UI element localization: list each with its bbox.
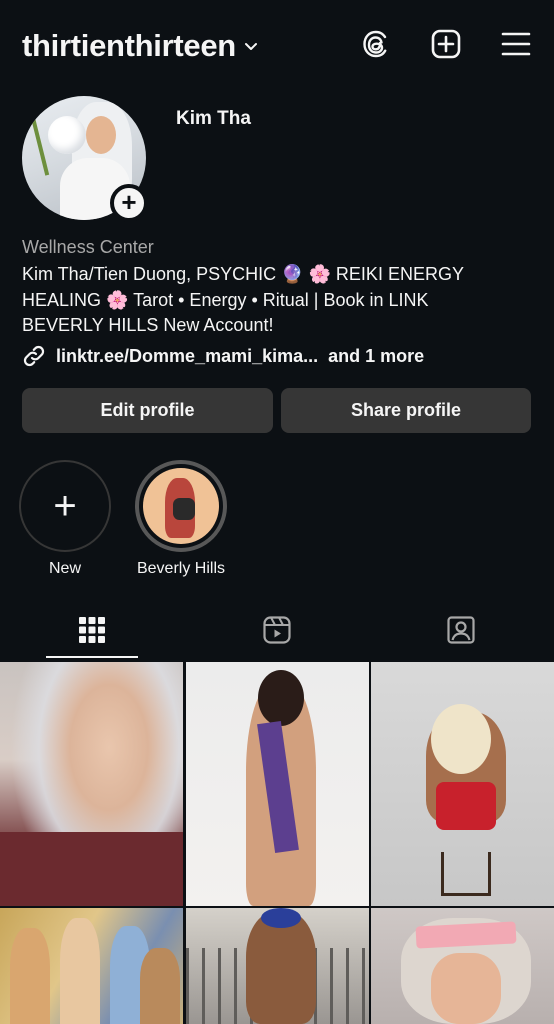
highlight-ring	[135, 460, 227, 552]
profile-bio: Kim Tha/Tien Duong, PSYCHIC 🔮 🌸 REIKI EN…	[22, 262, 532, 339]
post-thumbnail[interactable]	[186, 662, 369, 906]
tab-tagged[interactable]	[369, 600, 553, 660]
profile-tabs	[0, 600, 554, 660]
more-links[interactable]: and 1 more	[328, 346, 424, 367]
reels-icon	[263, 616, 291, 644]
posts-grid-icon	[79, 617, 105, 643]
menu-icon[interactable]	[500, 28, 532, 60]
bio-line: HEALING 🌸 Tarot • Energy • Ritual | Book…	[22, 289, 429, 310]
post-thumbnail[interactable]	[371, 662, 554, 906]
username: thirtienthirteen	[22, 28, 236, 63]
post-thumbnail[interactable]	[0, 908, 183, 1024]
bio-line: Kim Tha/Tien Duong, PSYCHIC 🔮 🌸 REIKI EN…	[22, 264, 464, 284]
link-icon	[23, 345, 45, 367]
account-switcher[interactable]: thirtienthirteen	[22, 28, 258, 64]
add-story-button[interactable]: +	[110, 184, 148, 222]
bio-line: BEVERLY HILLS New Account!	[22, 315, 274, 335]
new-highlight-ring: +	[19, 460, 111, 552]
create-post-icon[interactable]	[430, 28, 462, 60]
highlight-beverly-hills[interactable]: Beverly Hills	[131, 460, 231, 578]
post-thumbnail[interactable]	[186, 908, 369, 1024]
link-text[interactable]: linktr.ee/Domme_mami_kima...	[56, 346, 318, 367]
plus-icon: +	[121, 187, 137, 217]
highlight-cover-image	[143, 468, 219, 544]
profile-avatar[interactable]: +	[22, 96, 148, 222]
profile-category: Wellness Center	[22, 237, 154, 257]
highlight-label: Beverly Hills	[136, 560, 225, 577]
share-profile-button[interactable]: Share profile	[281, 388, 531, 433]
profile-links[interactable]: linktr.ee/Domme_mami_kima... and 1 more	[22, 344, 424, 368]
active-tab-indicator	[46, 656, 138, 658]
threads-icon[interactable]	[360, 28, 392, 60]
highlight-label: New	[48, 560, 81, 577]
post-grid	[0, 662, 554, 1024]
post-thumbnail[interactable]	[371, 908, 554, 1024]
top-bar: thirtienthirteen	[0, 0, 554, 96]
post-thumbnail[interactable]	[0, 662, 183, 906]
tab-reels[interactable]	[185, 600, 369, 660]
chevron-down-icon	[244, 43, 257, 50]
plus-icon: +	[53, 484, 77, 528]
highlight-new[interactable]: + New	[15, 460, 115, 578]
edit-profile-button[interactable]: Edit profile	[22, 388, 273, 433]
tagged-icon	[447, 616, 475, 644]
tab-posts[interactable]	[0, 600, 184, 660]
display-name: Kim Tha	[176, 108, 251, 129]
